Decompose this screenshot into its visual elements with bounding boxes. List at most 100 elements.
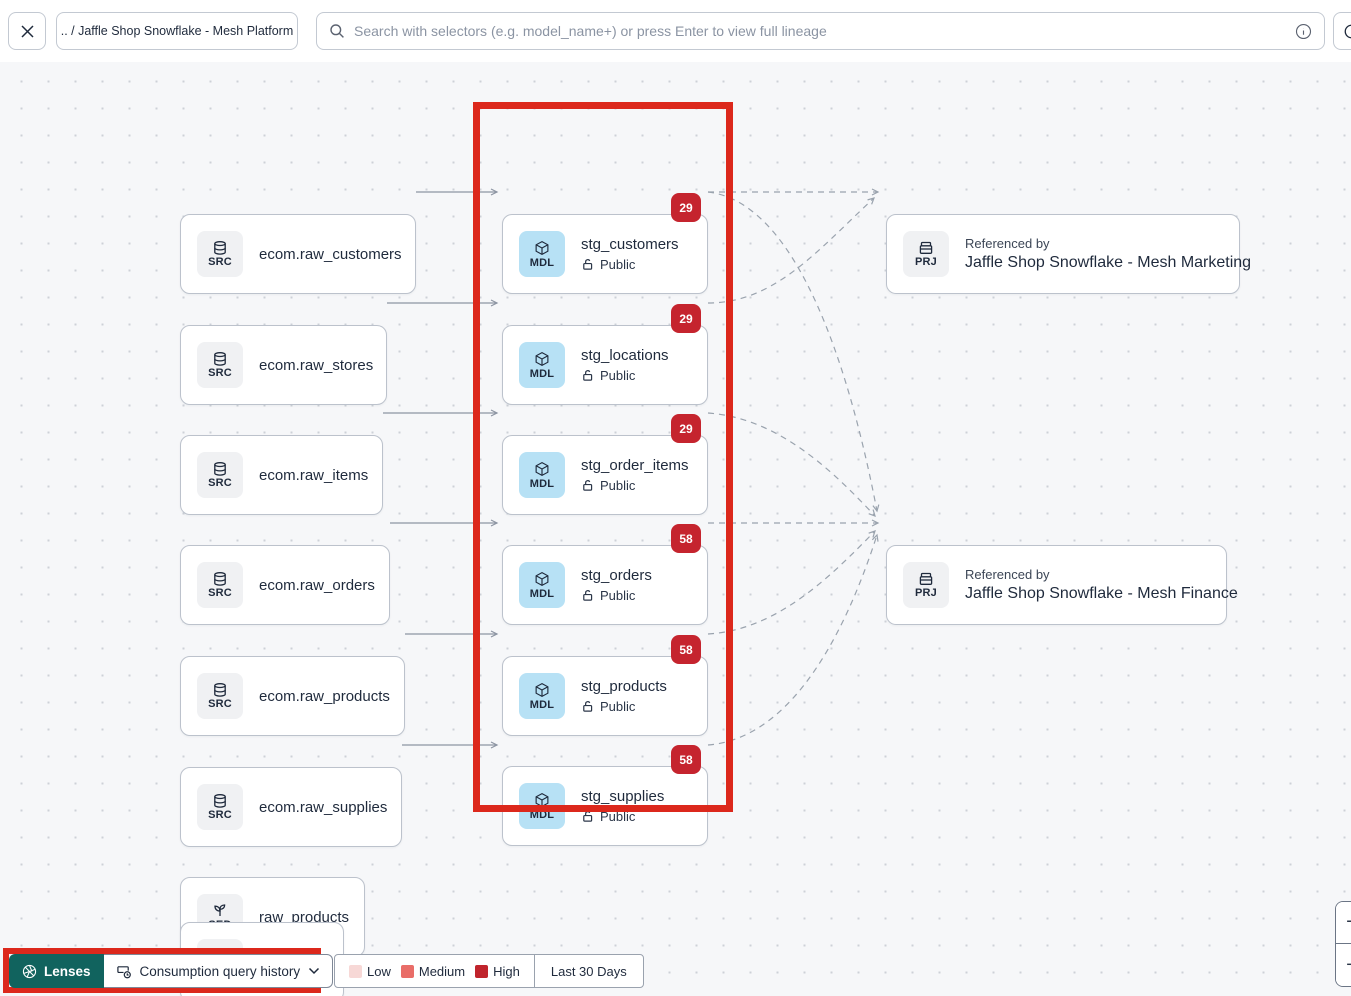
unlock-icon bbox=[581, 589, 594, 602]
access-label: Public bbox=[600, 368, 635, 383]
access-label: Public bbox=[600, 699, 635, 714]
project-node-mesh-finance[interactable]: PRJ Referenced by Jaffle Shop Snowflake … bbox=[886, 545, 1227, 625]
search-input[interactable] bbox=[354, 23, 1286, 39]
model-node-stg-order-items[interactable]: 29 MDL stg_order_items Public bbox=[502, 435, 708, 515]
node-name: ecom.raw_customers bbox=[259, 246, 402, 263]
low-swatch bbox=[349, 965, 362, 978]
cube-icon bbox=[534, 461, 550, 477]
node-name: stg_supplies bbox=[581, 788, 664, 805]
model-node-stg-supplies[interactable]: 58 MDL stg_supplies Public bbox=[502, 766, 708, 846]
lens-selector[interactable]: Consumption query history bbox=[104, 954, 334, 988]
node-name: Jaffle Shop Snowflake - Mesh Finance bbox=[965, 585, 1238, 603]
legend-item-medium: Medium bbox=[401, 964, 465, 979]
usage-badge: 29 bbox=[671, 414, 701, 443]
search-icon bbox=[329, 23, 345, 39]
database-icon bbox=[212, 462, 228, 476]
lenses-button[interactable]: Lenses bbox=[9, 954, 104, 988]
cube-icon bbox=[534, 571, 550, 587]
lineage-search[interactable] bbox=[316, 12, 1325, 50]
help-button-partial[interactable] bbox=[1333, 12, 1351, 50]
model-icon-tile: MDL bbox=[519, 342, 565, 388]
legend-item-high: High bbox=[475, 964, 520, 979]
node-name: stg_customers bbox=[581, 236, 679, 253]
node-type-label: SRC bbox=[208, 256, 232, 268]
project-box-icon bbox=[918, 572, 934, 586]
access-label: Public bbox=[600, 257, 635, 272]
unlock-icon bbox=[581, 700, 594, 713]
node-type-label: MDL bbox=[530, 257, 554, 269]
node-type-label: SRC bbox=[208, 587, 232, 599]
node-type-label: SRC bbox=[208, 809, 232, 821]
node-name: stg_order_items bbox=[581, 457, 689, 474]
node-type-label: MDL bbox=[530, 368, 554, 380]
source-icon-tile: SRC bbox=[197, 452, 243, 498]
unlock-icon bbox=[581, 810, 594, 823]
node-type-label: PRJ bbox=[915, 256, 937, 268]
lenses-button-label: Lenses bbox=[44, 964, 91, 979]
access-label: Public bbox=[600, 588, 635, 603]
cube-icon bbox=[534, 792, 550, 808]
legend-swatches: Low Medium High bbox=[335, 955, 534, 987]
node-name: ecom.raw_orders bbox=[259, 577, 375, 594]
query-history-icon bbox=[116, 964, 132, 979]
circle-glyph-icon bbox=[1343, 23, 1351, 40]
model-icon-tile: MDL bbox=[519, 562, 565, 608]
usage-badge: 58 bbox=[671, 524, 701, 553]
source-node-raw-items[interactable]: SRC ecom.raw_items bbox=[180, 435, 383, 515]
medium-swatch bbox=[401, 965, 414, 978]
source-node-raw-supplies[interactable]: SRC ecom.raw_supplies bbox=[180, 767, 402, 847]
node-name: stg_locations bbox=[581, 347, 669, 364]
node-type-label: MDL bbox=[530, 699, 554, 711]
breadcrumb[interactable]: .. / Jaffle Shop Snowflake - Mesh Platfo… bbox=[56, 12, 298, 50]
legend-label: High bbox=[493, 964, 520, 979]
top-bar: .. / Jaffle Shop Snowflake - Mesh Platfo… bbox=[0, 0, 1351, 62]
info-icon[interactable] bbox=[1295, 23, 1312, 40]
source-icon-tile: SRC bbox=[197, 342, 243, 388]
source-node-raw-stores[interactable]: SRC ecom.raw_stores bbox=[180, 325, 387, 405]
node-type-label: SRC bbox=[208, 477, 232, 489]
model-icon-tile: MDL bbox=[519, 231, 565, 277]
legend-period[interactable]: Last 30 Days bbox=[534, 955, 643, 987]
breadcrumb-label: .. / Jaffle Shop Snowflake - Mesh Platfo… bbox=[61, 24, 294, 38]
model-node-stg-locations[interactable]: 29 MDL stg_locations Public bbox=[502, 325, 708, 405]
source-icon-tile: SRC bbox=[197, 784, 243, 830]
source-node-raw-products[interactable]: SRC ecom.raw_products bbox=[180, 656, 405, 736]
usage-badge: 29 bbox=[671, 193, 701, 222]
zoom-in-button[interactable]: + bbox=[1336, 902, 1351, 944]
close-icon bbox=[20, 24, 35, 39]
access-label: Public bbox=[600, 478, 635, 493]
project-icon-tile: PRJ bbox=[903, 562, 949, 608]
period-label: Last 30 Days bbox=[551, 964, 627, 979]
project-node-mesh-marketing[interactable]: PRJ Referenced by Jaffle Shop Snowflake … bbox=[886, 214, 1240, 294]
node-name: ecom.raw_products bbox=[259, 688, 390, 705]
model-node-stg-customers[interactable]: 29 MDL stg_customers Public bbox=[502, 214, 708, 294]
close-button[interactable] bbox=[8, 12, 46, 50]
zoom-out-button[interactable]: − bbox=[1336, 944, 1351, 986]
node-name: ecom.raw_supplies bbox=[259, 799, 387, 816]
lineage-canvas[interactable]: SRC ecom.raw_customers SRC ecom.raw_stor… bbox=[0, 62, 1351, 996]
model-icon-tile: MDL bbox=[519, 673, 565, 719]
database-icon bbox=[212, 572, 228, 586]
model-node-stg-orders[interactable]: 58 MDL stg_orders Public bbox=[502, 545, 708, 625]
legend-item-low: Low bbox=[349, 964, 391, 979]
model-node-stg-products[interactable]: 58 MDL stg_products Public bbox=[502, 656, 708, 736]
model-icon-tile: MDL bbox=[519, 452, 565, 498]
node-type-label: MDL bbox=[530, 588, 554, 600]
cube-icon bbox=[534, 682, 550, 698]
project-icon-tile: PRJ bbox=[903, 231, 949, 277]
source-node-raw-customers[interactable]: SRC ecom.raw_customers bbox=[180, 214, 416, 294]
node-type-label: MDL bbox=[530, 809, 554, 821]
source-icon-tile: SRC bbox=[197, 673, 243, 719]
unlock-icon bbox=[581, 369, 594, 382]
database-icon bbox=[212, 352, 228, 366]
chevron-down-icon bbox=[308, 967, 320, 975]
node-name: Jaffle Shop Snowflake - Mesh Marketing bbox=[965, 254, 1251, 272]
referenced-by-label: Referenced by bbox=[965, 567, 1238, 582]
node-name: stg_products bbox=[581, 678, 667, 695]
database-icon bbox=[212, 683, 228, 697]
node-name: ecom.raw_stores bbox=[259, 357, 373, 374]
usage-badge: 58 bbox=[671, 635, 701, 664]
database-icon bbox=[212, 794, 228, 808]
source-node-raw-orders[interactable]: SRC ecom.raw_orders bbox=[180, 545, 390, 625]
zoom-controls: + − bbox=[1335, 901, 1351, 987]
